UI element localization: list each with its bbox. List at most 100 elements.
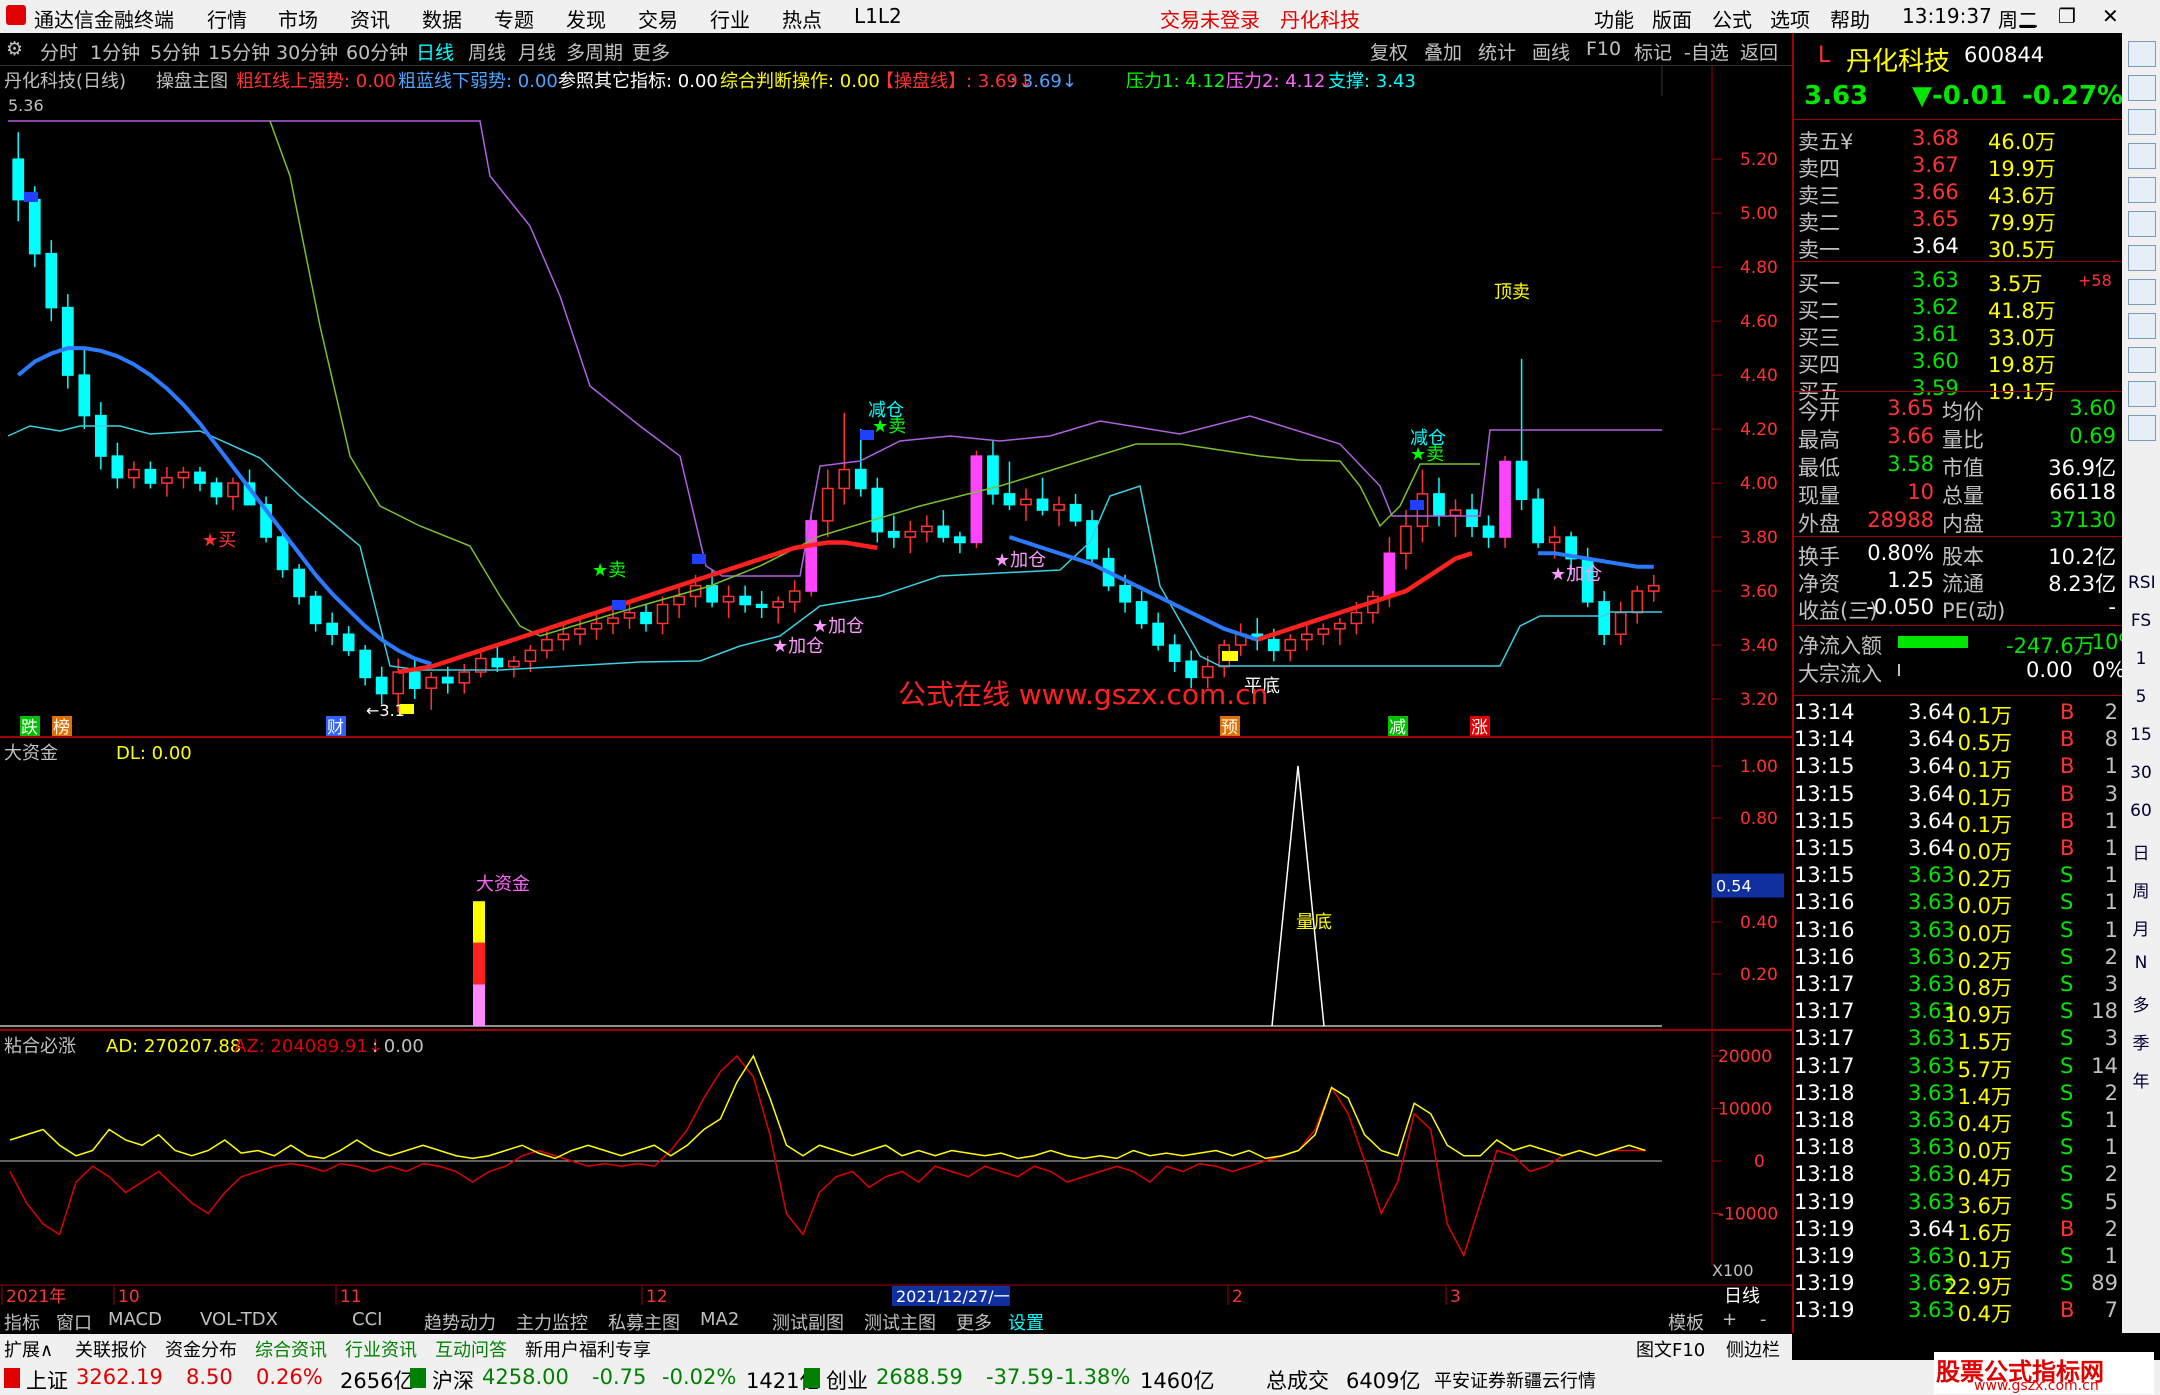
restore-icon[interactable]: ❐	[2058, 4, 2076, 28]
tab-plus[interactable]: +	[1722, 1309, 1737, 1330]
ask-row[interactable]: 卖三 3.66 43.6万	[1794, 178, 2124, 208]
clock-icon[interactable]	[2128, 415, 2156, 441]
info-tab-2[interactable]: 资金分布	[165, 1336, 237, 1362]
info-tab-bi[interactable]: 笔	[1800, 1336, 1818, 1362]
menu-hangye[interactable]: 行业	[710, 4, 750, 33]
side-tool-年[interactable]: 年	[2128, 1067, 2154, 1092]
tab-template[interactable]: 模板	[1668, 1309, 1704, 1335]
period-30min[interactable]: 30分钟	[276, 38, 338, 65]
settings-icon[interactable]: ⚙	[6, 38, 23, 60]
table-icon[interactable]	[2128, 347, 2156, 373]
period-1min[interactable]: 1分钟	[90, 38, 140, 65]
home-icon[interactable]	[2128, 41, 2156, 67]
info-tab-3[interactable]: 综合资讯	[255, 1336, 327, 1362]
info-tab-0[interactable]: 扩展∧	[4, 1336, 53, 1362]
tab-9[interactable]: 测试副图	[772, 1309, 844, 1335]
index-name[interactable]: 上证	[26, 1365, 68, 1395]
f10-icon[interactable]	[2128, 313, 2156, 339]
period-fenshi[interactable]: 分时	[40, 38, 78, 65]
tab-5[interactable]: 趋势动力	[424, 1309, 496, 1335]
bid-row[interactable]: 买三 3.61 33.0万	[1794, 320, 2124, 350]
index-name[interactable]: 沪深	[432, 1365, 474, 1395]
info-tab-jia[interactable]: 价	[1862, 1336, 1880, 1362]
menu-zixun[interactable]: 资讯	[350, 4, 390, 33]
side-tool-5[interactable]: 5	[2128, 687, 2154, 707]
bid-row[interactable]: 买四 3.60 19.8万	[1794, 347, 2124, 377]
list-icon[interactable]	[2128, 143, 2156, 169]
info-tab-4[interactable]: 行业资讯	[345, 1336, 417, 1362]
side-tool-RSI[interactable]: RSI	[2128, 573, 2156, 593]
menu-redian[interactable]: 热点	[782, 4, 822, 33]
tick-list[interactable]: 13:14 3.64 0.1万 B 2 13:14 3.64 0.5万 B 8 13:15 3.64 0…	[1794, 695, 2124, 1336]
side-tool-15[interactable]: 15	[2128, 725, 2154, 745]
menu-zhuanti[interactable]: 专题	[494, 4, 534, 33]
sub2-name[interactable]: 粘合必涨	[4, 1036, 76, 1057]
tool-tongji[interactable]: 统计	[1478, 38, 1516, 65]
chart-icon[interactable]	[2128, 211, 2156, 237]
info-tab-5[interactable]: 互动问答	[435, 1336, 507, 1362]
sub1-name[interactable]: 大资金	[4, 743, 58, 764]
menu-banmian[interactable]: 版面	[1652, 4, 1692, 33]
side-tool-多[interactable]: 多	[2128, 991, 2154, 1016]
menu-shuju[interactable]: 数据	[422, 4, 462, 33]
period-5min[interactable]: 5分钟	[150, 38, 200, 65]
ask-row[interactable]: 卖五¥ 3.68 46.0万	[1794, 124, 2124, 154]
side-tool-FS[interactable]: FS	[2128, 611, 2154, 631]
tab-4[interactable]: CCI	[352, 1309, 382, 1330]
tool-fuquan[interactable]: 复权	[1370, 38, 1408, 65]
grid-icon[interactable]	[2128, 177, 2156, 203]
arrow-down-icon[interactable]	[2128, 109, 2156, 135]
ask-row[interactable]: 卖二 3.65 79.9万	[1794, 205, 2124, 235]
tool-biaoji[interactable]: 标记	[1634, 38, 1672, 65]
tab-10[interactable]: 测试主图	[864, 1309, 936, 1335]
info-tab-6[interactable]: 新用户福利专享	[525, 1336, 651, 1362]
tab-0[interactable]: 指标	[4, 1309, 40, 1335]
tool-f10[interactable]: F10	[1586, 38, 1621, 60]
side-tool-30[interactable]: 30	[2128, 763, 2154, 783]
tool-diejia[interactable]: 叠加	[1424, 38, 1462, 65]
period-weekly[interactable]: 周线	[468, 38, 506, 65]
period-monthly[interactable]: 月线	[518, 38, 556, 65]
tool-fanhui[interactable]: 返回	[1740, 38, 1778, 65]
side-tool-1[interactable]: 1	[2128, 649, 2154, 669]
menu-gongneng[interactable]: 功能	[1594, 4, 1634, 33]
main-indicator-name[interactable]: 操盘主图	[156, 71, 228, 92]
menu-l1l2[interactable]: L1L2	[854, 4, 902, 28]
tool-huaxian[interactable]: 画线	[1532, 38, 1570, 65]
tab-8[interactable]: MA2	[700, 1309, 739, 1330]
menu-faxian[interactable]: 发现	[566, 4, 606, 33]
tab-2[interactable]: MACD	[108, 1309, 162, 1330]
fund-icon[interactable]	[2128, 381, 2156, 407]
index-name[interactable]: 创业	[826, 1365, 868, 1395]
ask-row[interactable]: 卖四 3.67 19.9万	[1794, 151, 2124, 181]
info-tab-1[interactable]: 关联报价	[75, 1336, 147, 1362]
period-60min[interactable]: 60分钟	[346, 38, 408, 65]
info-tab-f10[interactable]: 图文F10	[1636, 1336, 1705, 1362]
tab-3[interactable]: VOL-TDX	[200, 1309, 278, 1330]
tab-7[interactable]: 私募主图	[608, 1309, 680, 1335]
period-multi[interactable]: 多周期	[566, 38, 623, 65]
side-tool-周[interactable]: 周	[2128, 877, 2154, 902]
menu-shichang[interactable]: 市场	[278, 4, 318, 33]
tab-11[interactable]: 更多	[956, 1309, 992, 1335]
tab-minus[interactable]: -	[1760, 1309, 1767, 1330]
period-more[interactable]: 更多	[632, 38, 670, 65]
bid-row[interactable]: 买二 3.62 41.8万	[1794, 293, 2124, 323]
side-tool-60[interactable]: 60	[2128, 801, 2154, 821]
period-daily[interactable]: 日线	[416, 38, 454, 65]
tool-zixuan[interactable]: -自选	[1684, 38, 1729, 65]
side-tool-日[interactable]: 日	[2128, 839, 2154, 864]
login-notice[interactable]: 交易未登录	[1160, 4, 1260, 33]
side-tool-N[interactable]: N	[2128, 953, 2154, 973]
menu-hangqing[interactable]: 行情	[207, 4, 247, 33]
menu-xuanxiang[interactable]: 选项	[1770, 4, 1810, 33]
minimize-icon[interactable]: ▁	[2020, 4, 2035, 28]
menu-gongshi[interactable]: 公式	[1712, 4, 1752, 33]
side-tool-月[interactable]: 月	[2128, 915, 2154, 940]
tab-12[interactable]: 设置	[1008, 1309, 1044, 1335]
menu-jiaoyi[interactable]: 交易	[638, 4, 678, 33]
period-15min[interactable]: 15分钟	[208, 38, 270, 65]
candle-icon[interactable]	[2128, 245, 2156, 271]
menu-bangzhu[interactable]: 帮助	[1830, 4, 1870, 33]
bid-row[interactable]: 买一 3.63 3.5万 +58	[1794, 266, 2124, 296]
